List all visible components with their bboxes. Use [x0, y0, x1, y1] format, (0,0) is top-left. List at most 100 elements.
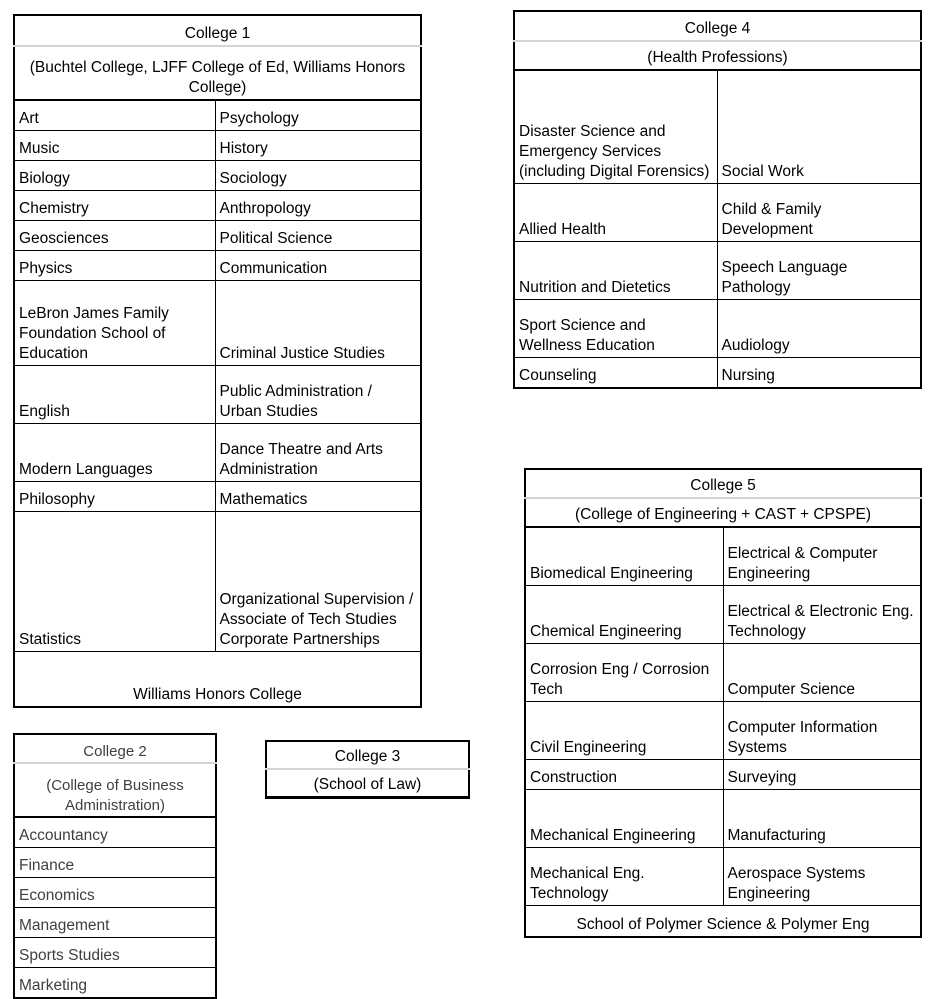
table-row: Geosciences Political Science: [13, 220, 422, 251]
cell-left: English: [13, 365, 216, 424]
cell-left: Civil Engineering: [524, 701, 724, 760]
cell-left: Economics: [13, 877, 217, 908]
college-2-table: College 2 (College of Business Administr…: [13, 733, 217, 999]
cell-left: Biomedical Engineering: [524, 526, 724, 586]
college-4-table: College 4 (Health Professions) Disaster …: [513, 10, 922, 389]
cell-left: Mechanical Eng. Technology: [524, 847, 724, 906]
college-4-subtitle-row: (Health Professions): [513, 41, 922, 71]
college-1-subtitle: (Buchtel College, LJFF College of Ed, Wi…: [13, 46, 422, 101]
table-row: Disaster Science and Emergency Services …: [513, 69, 922, 184]
cell-right: Manufacturing: [722, 789, 922, 848]
cell-left: Marketing: [13, 967, 217, 999]
cell-right: Public Administration / Urban Studies: [214, 365, 422, 424]
college-2-subtitle-row: (College of Business Administration): [13, 763, 217, 818]
table-row: Music History: [13, 130, 422, 161]
cell-right: Speech Language Pathology: [716, 241, 922, 300]
college-5-footer-row: School of Polymer Science & Polymer Eng: [524, 905, 922, 938]
cell-right: Audiology: [716, 299, 922, 358]
cell-left: LeBron James Family Foundation School of…: [13, 280, 216, 366]
cell-right: Mathematics: [214, 481, 422, 512]
college-4-title-row: College 4: [513, 10, 922, 42]
cell-right: Communication: [214, 250, 422, 281]
table-row: Finance: [13, 847, 217, 878]
cell-left: Sports Studies: [13, 937, 217, 968]
table-row: Sport Science and Wellness Education Aud…: [513, 299, 922, 358]
table-row: Management: [13, 907, 217, 938]
cell-left: Disaster Science and Emergency Services …: [513, 69, 718, 184]
cell-right: Anthropology: [214, 190, 422, 221]
cell-left: Chemistry: [13, 190, 216, 221]
table-row: English Public Administration / Urban St…: [13, 365, 422, 424]
table-row: Corrosion Eng / Corrosion Tech Computer …: [524, 643, 922, 702]
table-row: Statistics Organizational Supervision / …: [13, 511, 422, 652]
college-4-subtitle: (Health Professions): [513, 41, 922, 71]
college-3-subtitle-row: (School of Law): [265, 769, 470, 799]
table-row: Mechanical Engineering Manufacturing: [524, 789, 922, 848]
college-1-title: College 1: [13, 14, 422, 47]
cell-left: Modern Languages: [13, 423, 216, 482]
table-row: Economics: [13, 877, 217, 908]
college-1-table: College 1 (Buchtel College, LJFF College…: [13, 14, 422, 708]
cell-left: Corrosion Eng / Corrosion Tech: [524, 643, 724, 702]
college-4-title: College 4: [513, 10, 922, 42]
table-row: Physics Communication: [13, 250, 422, 281]
cell-left: Biology: [13, 160, 216, 191]
cell-left: Accountancy: [13, 816, 217, 848]
table-row: Construction Surveying: [524, 759, 922, 790]
cell-right: Electrical & Computer Engineering: [722, 526, 922, 586]
cell-right: Criminal Justice Studies: [214, 280, 422, 366]
college-5-subtitle-row: (College of Engineering + CAST + CPSPE): [524, 498, 922, 528]
cell-left: Physics: [13, 250, 216, 281]
cell-left: Management: [13, 907, 217, 938]
cell-right: Computer Science: [722, 643, 922, 702]
table-row: Chemistry Anthropology: [13, 190, 422, 221]
cell-left: Construction: [524, 759, 724, 790]
cell-right: Sociology: [214, 160, 422, 191]
cell-right: History: [214, 130, 422, 161]
college-3-table: College 3 (School of Law): [265, 740, 470, 799]
table-row: Sports Studies: [13, 937, 217, 968]
table-row: Philosophy Mathematics: [13, 481, 422, 512]
table-row: Biomedical Engineering Electrical & Comp…: [524, 526, 922, 586]
cell-right: Child & Family Development: [716, 183, 922, 242]
college-1-footer-row: Williams Honors College: [13, 651, 422, 708]
table-row: Modern Languages Dance Theatre and Arts …: [13, 423, 422, 482]
cell-left: Art: [13, 99, 216, 131]
table-row: Chemical Engineering Electrical & Electr…: [524, 585, 922, 644]
college-1-title-row: College 1: [13, 14, 422, 47]
table-row: Marketing: [13, 967, 217, 999]
cell-left: Philosophy: [13, 481, 216, 512]
table-row: Allied Health Child & Family Development: [513, 183, 922, 242]
cell-right: Dance Theatre and Arts Administration: [214, 423, 422, 482]
cell-left: Statistics: [13, 511, 216, 652]
college-1-subtitle-row: (Buchtel College, LJFF College of Ed, Wi…: [13, 46, 422, 101]
college-1-footer: Williams Honors College: [13, 651, 422, 708]
college-3-title: College 3: [265, 740, 470, 770]
college-2-title: College 2: [13, 733, 217, 764]
cell-right: Social Work: [716, 69, 922, 184]
college-5-title: College 5: [524, 468, 922, 499]
table-row: Counseling Nursing: [513, 357, 922, 389]
cell-left: Allied Health: [513, 183, 718, 242]
table-row: LeBron James Family Foundation School of…: [13, 280, 422, 366]
table-row: Nutrition and Dietetics Speech Language …: [513, 241, 922, 300]
college-5-title-row: College 5: [524, 468, 922, 499]
table-row: Civil Engineering Computer Information S…: [524, 701, 922, 760]
cell-left: Counseling: [513, 357, 718, 389]
cell-right: Nursing: [716, 357, 922, 389]
table-row: Mechanical Eng. Technology Aerospace Sys…: [524, 847, 922, 906]
college-3-title-row: College 3: [265, 740, 470, 770]
college-2-subtitle: (College of Business Administration): [13, 763, 217, 818]
cell-right: Surveying: [722, 759, 922, 790]
college-5-table: College 5 (College of Engineering + CAST…: [524, 468, 922, 938]
college-5-footer: School of Polymer Science & Polymer Eng: [524, 905, 922, 938]
table-row: Accountancy: [13, 816, 217, 848]
table-row: Art Psychology: [13, 99, 422, 131]
cell-left: Chemical Engineering: [524, 585, 724, 644]
college-2-title-row: College 2: [13, 733, 217, 764]
cell-left: Finance: [13, 847, 217, 878]
cell-left: Nutrition and Dietetics: [513, 241, 718, 300]
cell-right: Political Science: [214, 220, 422, 251]
cell-right: Electrical & Electronic Eng. Technology: [722, 585, 922, 644]
cell-right: Computer Information Systems: [722, 701, 922, 760]
